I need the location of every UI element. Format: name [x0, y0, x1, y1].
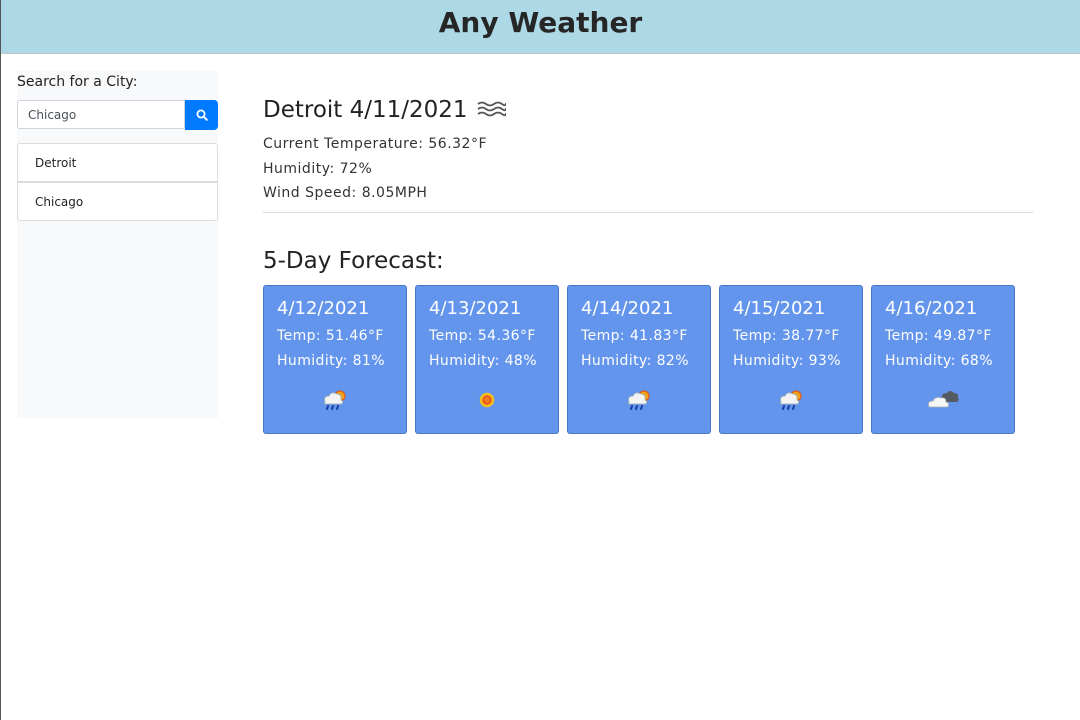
forecast-heading: 5-Day Forecast: [263, 248, 444, 274]
current-temperature: Current Temperature: 56.32°F [263, 136, 488, 152]
forecast-temp: Temp: 49.87°F [885, 328, 992, 344]
forecast-date: 4/12/2021 [277, 298, 370, 319]
forecast-temp: Temp: 54.36°F [429, 328, 536, 344]
rain-sun-icon [323, 390, 346, 410]
forecast-card: 4/14/2021 Temp: 41.83°F Humidity: 82% [567, 285, 711, 434]
forecast-temp: Temp: 41.83°F [581, 328, 688, 344]
forecast-card: 4/12/2021 Temp: 51.46°F Humidity: 81% [263, 285, 407, 434]
city-history-list: Detroit Chicago [17, 143, 218, 221]
forecast-humidity: Humidity: 48% [429, 353, 537, 369]
sun-icon [479, 392, 495, 408]
cloudy-icon [928, 391, 959, 408]
app-title: Any Weather [438, 6, 643, 39]
forecast-card: 4/15/2021 Temp: 38.77°F Humidity: 93% [719, 285, 863, 434]
rain-sun-icon [627, 390, 650, 410]
rain-sun-icon [779, 390, 802, 410]
wind-icon [477, 101, 506, 117]
forecast-temp: Temp: 38.77°F [733, 328, 840, 344]
current-city-date: Detroit 4/11/2021 [263, 97, 468, 123]
section-divider [263, 212, 1033, 213]
search-button[interactable] [185, 100, 218, 130]
current-wind-speed: Wind Speed: 8.05MPH [263, 185, 428, 201]
app-window: Any Weather Search for a City: Detroit C… [0, 0, 1080, 720]
forecast-humidity: Humidity: 81% [277, 353, 385, 369]
forecast-humidity: Humidity: 93% [733, 353, 841, 369]
forecast-date: 4/15/2021 [733, 298, 826, 319]
main-content: Detroit 4/11/2021 Current Temperature: 5… [263, 90, 1033, 434]
search-icon [196, 109, 208, 121]
current-weather-heading: Detroit 4/11/2021 [263, 90, 1033, 130]
forecast-humidity: Humidity: 82% [581, 353, 689, 369]
city-history-item-chicago[interactable]: Chicago [17, 182, 218, 221]
search-label: Search for a City: [17, 74, 138, 90]
forecast-humidity: Humidity: 68% [885, 353, 993, 369]
forecast-date: 4/14/2021 [581, 298, 674, 319]
forecast-date: 4/16/2021 [885, 298, 978, 319]
forecast-card: 4/13/2021 Temp: 54.36°F Humidity: 48% [415, 285, 559, 434]
current-humidity: Humidity: 72% [263, 160, 373, 177]
current-weather-details: Current Temperature: 56.32°F Humidity: 7… [263, 132, 1033, 206]
forecast-card: 4/16/2021 Temp: 49.87°F Humidity: 68% [871, 285, 1015, 434]
forecast-cards: 4/12/2021 Temp: 51.46°F Humidity: 81% 4/… [263, 285, 1033, 434]
forecast-date: 4/13/2021 [429, 298, 522, 319]
app-header: Any Weather [1, 0, 1080, 54]
sidebar: Search for a City: Detroit Chicago [17, 71, 218, 418]
forecast-temp: Temp: 51.46°F [277, 328, 384, 344]
city-history-item-detroit[interactable]: Detroit [17, 143, 218, 182]
city-search-input[interactable] [17, 100, 185, 129]
